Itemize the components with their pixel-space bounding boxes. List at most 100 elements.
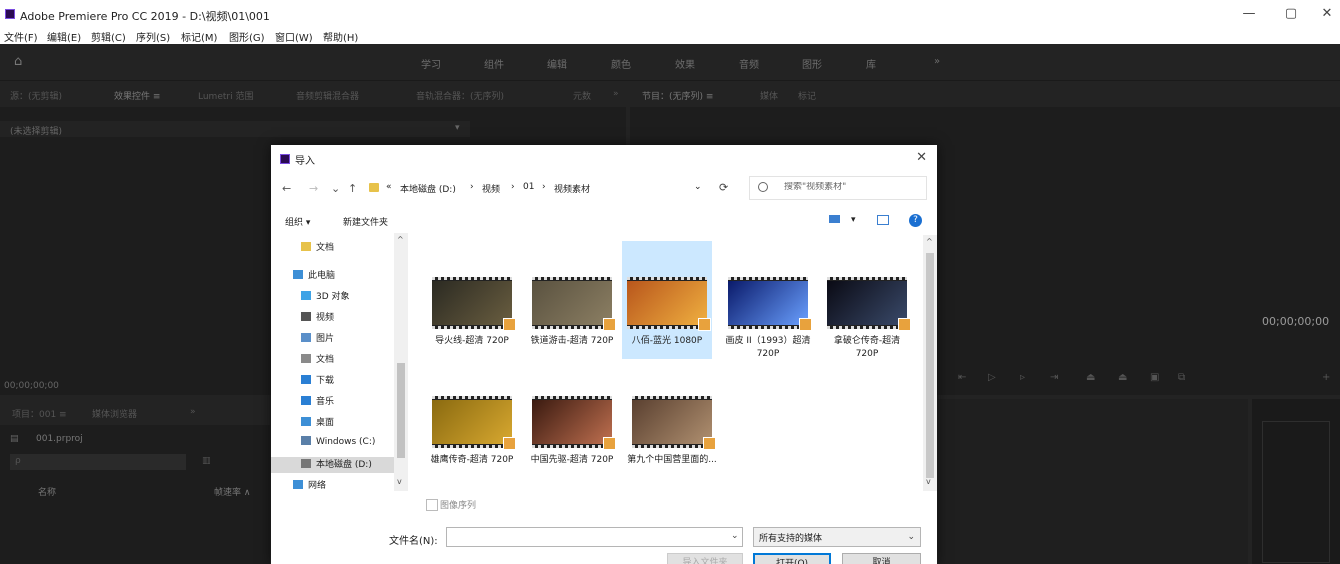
nav-music[interactable]: 音乐 [301,394,334,410]
tab-metadata[interactable]: 元数 [573,89,591,102]
file-item[interactable]: 八佰-蓝光 1080P [622,241,712,359]
workspace-color[interactable]: 颜色 [611,56,631,71]
refresh-icon[interactable]: ⟳ [719,181,728,194]
preview-pane-icon[interactable] [877,215,889,225]
dialog-search-input[interactable] [784,182,924,192]
nav-pictures[interactable]: 图片 [301,331,334,347]
menu-marker[interactable]: 标记(M) [181,29,217,44]
scroll-up-icon[interactable]: ^ [926,237,933,246]
tab-program[interactable]: 节目：(无序列) ≡ [642,89,713,102]
nav-3d-objects[interactable]: 3D 对象 [301,289,350,305]
close-button[interactable]: ✕ [1317,6,1337,21]
breadcrumb-overflow[interactable]: « [386,182,392,192]
recent-locations-icon[interactable]: ⌄ [331,182,340,195]
nav-drive-c[interactable]: Windows (C:) [301,436,375,452]
workspace-audio[interactable]: 音频 [739,56,759,71]
forward-arrow-icon[interactable]: → [309,182,318,195]
nav-drive-d[interactable]: 本地磁盘 (D:) [271,457,394,473]
file-list-scroll-thumb[interactable] [926,253,934,478]
breadcrumb-video-material[interactable]: 视频素材 [554,182,590,195]
menu-sequence[interactable]: 序列(S) [136,29,170,44]
comparison-view-icon[interactable]: ⧉ [1178,372,1185,383]
tab-source[interactable]: 源：(无剪辑) [10,89,62,102]
cancel-button[interactable]: 取消 [842,553,921,564]
breadcrumb-video[interactable]: 视频 [482,182,500,195]
maximize-button[interactable]: ▢ [1281,6,1301,21]
breadcrumb-drive-d[interactable]: 本地磁盘 (D:) [400,182,456,195]
tab-effect-controls[interactable]: 效果控件 ≡ [114,89,160,102]
lift-icon[interactable]: ⏏ [1086,372,1095,383]
play-icon[interactable]: ▷ [988,372,996,383]
export-frame-icon[interactable]: ▣ [1150,372,1159,383]
column-frame-rate-header[interactable]: 帧速率 ∧ [214,485,250,498]
workspace-effects[interactable]: 效果 [675,56,695,71]
file-item[interactable]: 中国先驱-超清 720P [527,362,617,472]
breadcrumb-01[interactable]: 01 [523,182,534,192]
scroll-down-icon[interactable]: v [926,477,931,486]
step-forward-icon[interactable]: ▹ [1020,372,1025,383]
nav-videos[interactable]: 视频 [301,310,334,326]
nav-documents[interactable]: 文档 [301,352,334,368]
tab-more-icon[interactable]: » [190,407,196,417]
open-button[interactable]: 打开(O) [753,553,831,564]
address-dropdown-icon[interactable]: ⌄ [694,182,702,192]
menu-edit[interactable]: 编辑(E) [47,29,81,44]
file-type-select[interactable]: 所有支持的媒体 ⌄ [753,527,921,547]
menu-clip[interactable]: 剪辑(C) [91,29,126,44]
nav-downloads[interactable]: 下载 [301,373,334,389]
scroll-down-icon[interactable]: v [397,477,402,486]
scroll-up-icon[interactable]: ^ [397,235,404,244]
file-item[interactable]: 第九个中国营里面的... [627,362,717,472]
file-list-scrollbar[interactable]: ^ v [923,235,937,491]
file-item[interactable]: 拿破仑传奇-超清 720P [822,243,912,359]
view-options-icon[interactable] [829,215,840,223]
add-button-icon[interactable]: + [1322,372,1330,383]
import-folder-button[interactable]: 导入文件夹 [667,553,743,564]
organize-button[interactable]: 组织 ▾ [285,215,310,228]
tab-media-browser[interactable]: 媒体浏览器 [92,407,137,420]
column-name-header[interactable]: 名称 [38,485,56,498]
workspace-assembly[interactable]: 组件 [484,56,504,71]
file-item[interactable]: 雄鹰传奇-超清 720P [427,362,517,472]
tab-audio-track-mixer[interactable]: 音轨混合器：(无序列) [416,89,504,102]
workspace-libraries[interactable]: 库 [866,56,876,71]
workspace-learn[interactable]: 学习 [421,56,441,71]
go-to-out-icon[interactable]: ⇥ [1050,372,1058,383]
help-icon[interactable]: ? [909,214,922,227]
navigation-scroll-thumb[interactable] [397,363,405,458]
up-arrow-icon[interactable]: ↑ [348,182,357,195]
menu-graphics[interactable]: 图形(G) [229,29,265,44]
extract-icon[interactable]: ⏏ [1118,372,1127,383]
tab-lumetri-scopes[interactable]: Lumetri 范围 [198,89,253,102]
file-item[interactable]: 画皮 II（1993）超清720P [723,243,813,359]
nav-desktop[interactable]: 桌面 [301,415,334,431]
mark-in-icon[interactable]: ⇤ [958,372,966,383]
menu-window[interactable]: 窗口(W) [275,29,313,44]
filename-input[interactable] [446,527,743,547]
navigation-scrollbar[interactable]: ^ v [394,233,408,491]
menu-file[interactable]: 文件(F) [4,29,38,44]
home-icon[interactable]: ⌂ [14,55,28,68]
view-dropdown-icon[interactable]: ▾ [851,215,856,225]
tab-audio-clip-mixer[interactable]: 音频剪辑混合器 [296,89,359,102]
dialog-close-icon[interactable]: ✕ [916,150,927,165]
menu-help[interactable]: 帮助(H) [323,29,358,44]
project-search-input[interactable]: ρ [10,454,186,470]
nav-network[interactable]: 网络 [293,478,326,494]
file-item[interactable]: 铁道游击-超清 720P [527,243,617,353]
tab-more-icon[interactable]: » [613,89,619,99]
workspace-more-icon[interactable]: » [934,56,940,67]
image-sequence-checkbox[interactable] [426,499,438,511]
tab-markers[interactable]: 标记 [798,89,816,102]
new-folder-button[interactable]: 新建文件夹 [343,215,388,228]
file-item[interactable]: 导火线-超清 720P [427,243,517,353]
address-bar[interactable]: « 本地磁盘 (D:) › 视频 › 01 › 视频素材 ⌄ [365,176,710,200]
nav-documents-folder[interactable]: 文档 [301,240,334,256]
workspace-graphics[interactable]: 图形 [802,56,822,71]
minimize-button[interactable]: — [1239,6,1259,21]
dialog-search-box[interactable] [749,176,927,200]
nav-this-pc[interactable]: 此电脑 [293,268,335,284]
filename-dropdown-icon[interactable]: ⌄ [731,531,739,541]
workspace-editing[interactable]: 编辑 [547,56,567,71]
tab-project[interactable]: 项目：001 ≡ [12,407,67,420]
